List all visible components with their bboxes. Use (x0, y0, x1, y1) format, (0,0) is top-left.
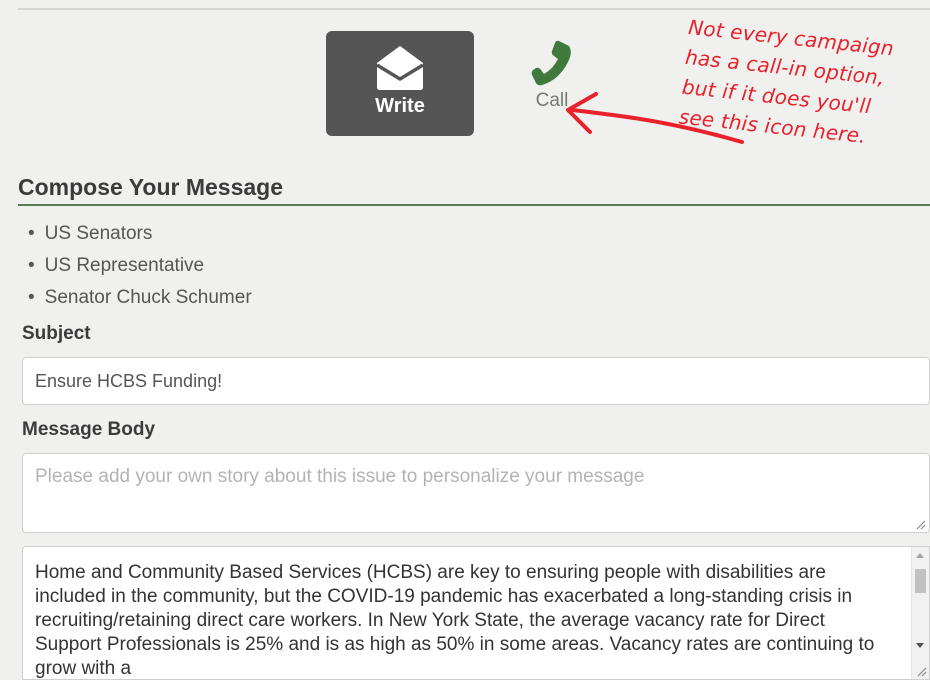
write-button[interactable]: Write (326, 31, 474, 136)
personal-story-textarea[interactable] (22, 453, 930, 533)
resize-grip-icon[interactable] (915, 665, 927, 677)
top-divider (18, 8, 930, 10)
scroll-thumb[interactable] (915, 569, 926, 593)
recipient-item: US Senators (28, 220, 252, 252)
message-body-textarea[interactable]: Home and Community Based Services (HCBS)… (22, 546, 930, 680)
scroll-down-icon[interactable] (916, 643, 924, 648)
recipient-item: US Representative (28, 252, 252, 284)
annotation-arrow (566, 92, 744, 144)
compose-divider (18, 204, 930, 206)
recipient-item: Senator Chuck Schumer (28, 284, 252, 316)
message-body-text: Home and Community Based Services (HCBS)… (35, 562, 875, 679)
message-body-label: Message Body (22, 419, 156, 440)
write-label: Write (375, 95, 425, 117)
recipient-list: US Senators US Representative Senator Ch… (28, 220, 252, 316)
compose-title: Compose Your Message (18, 174, 284, 200)
phone-icon (531, 40, 571, 86)
subject-label: Subject (22, 323, 91, 344)
envelope-icon (376, 46, 424, 90)
message-body-scrollbar[interactable] (911, 547, 929, 679)
scroll-up-icon[interactable] (916, 553, 924, 558)
subject-input[interactable] (22, 357, 930, 405)
resize-grip-icon[interactable] (914, 518, 926, 530)
